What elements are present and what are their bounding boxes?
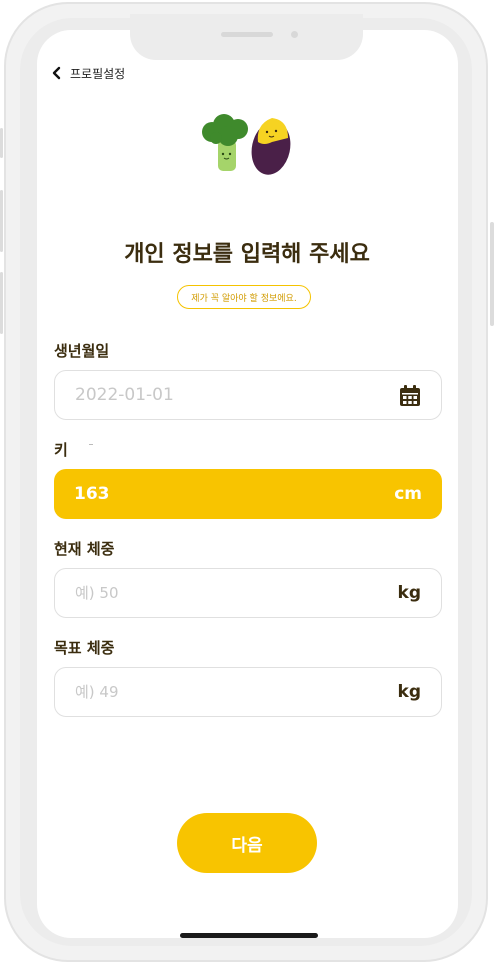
target-weight-placeholder: 예) 49 [75, 683, 119, 701]
current-weight-placeholder: 예) 50 [75, 584, 119, 602]
back-label: 프로필설정 [70, 66, 126, 81]
side-button-left-3 [0, 272, 3, 334]
birth-label: 생년월일 [54, 342, 110, 360]
target-weight-input[interactable]: 예) 49 kg [54, 667, 442, 717]
birth-placeholder: 2022-01-01 [75, 385, 174, 405]
current-weight-label: 현재 체중 [54, 540, 115, 558]
height-value: 163 [74, 484, 110, 504]
home-indicator[interactable] [180, 933, 318, 938]
vegetable-illustration [202, 114, 291, 175]
height-unit: cm [394, 484, 422, 504]
next-button[interactable]: 다음 [177, 813, 317, 873]
height-label: 키 [54, 441, 68, 459]
back-button[interactable]: 프로필설정 [52, 64, 125, 82]
target-weight-unit: kg [397, 682, 421, 702]
broccoli-illustration [202, 114, 248, 171]
page-title: 개인 정보를 입력해 주세요 [124, 242, 370, 267]
notch [130, 14, 363, 60]
current-weight-input[interactable]: 예) 50 kg [54, 568, 442, 618]
birth-input[interactable]: 2022-01-01 [54, 370, 442, 420]
target-weight-label: 목표 체중 [54, 639, 115, 657]
divider-mark [89, 444, 93, 445]
current-weight-unit: kg [397, 583, 421, 603]
info-badge: 제가 꼭 알아야 할 정보에요. [177, 285, 311, 309]
calendar-icon[interactable] [399, 385, 421, 407]
height-input[interactable]: 163 cm [54, 469, 442, 519]
side-button-left-1 [0, 128, 3, 158]
sweet-potato-illustration [251, 118, 291, 175]
camera [291, 31, 298, 38]
speaker [221, 32, 273, 37]
chevron-left-icon [52, 66, 61, 80]
